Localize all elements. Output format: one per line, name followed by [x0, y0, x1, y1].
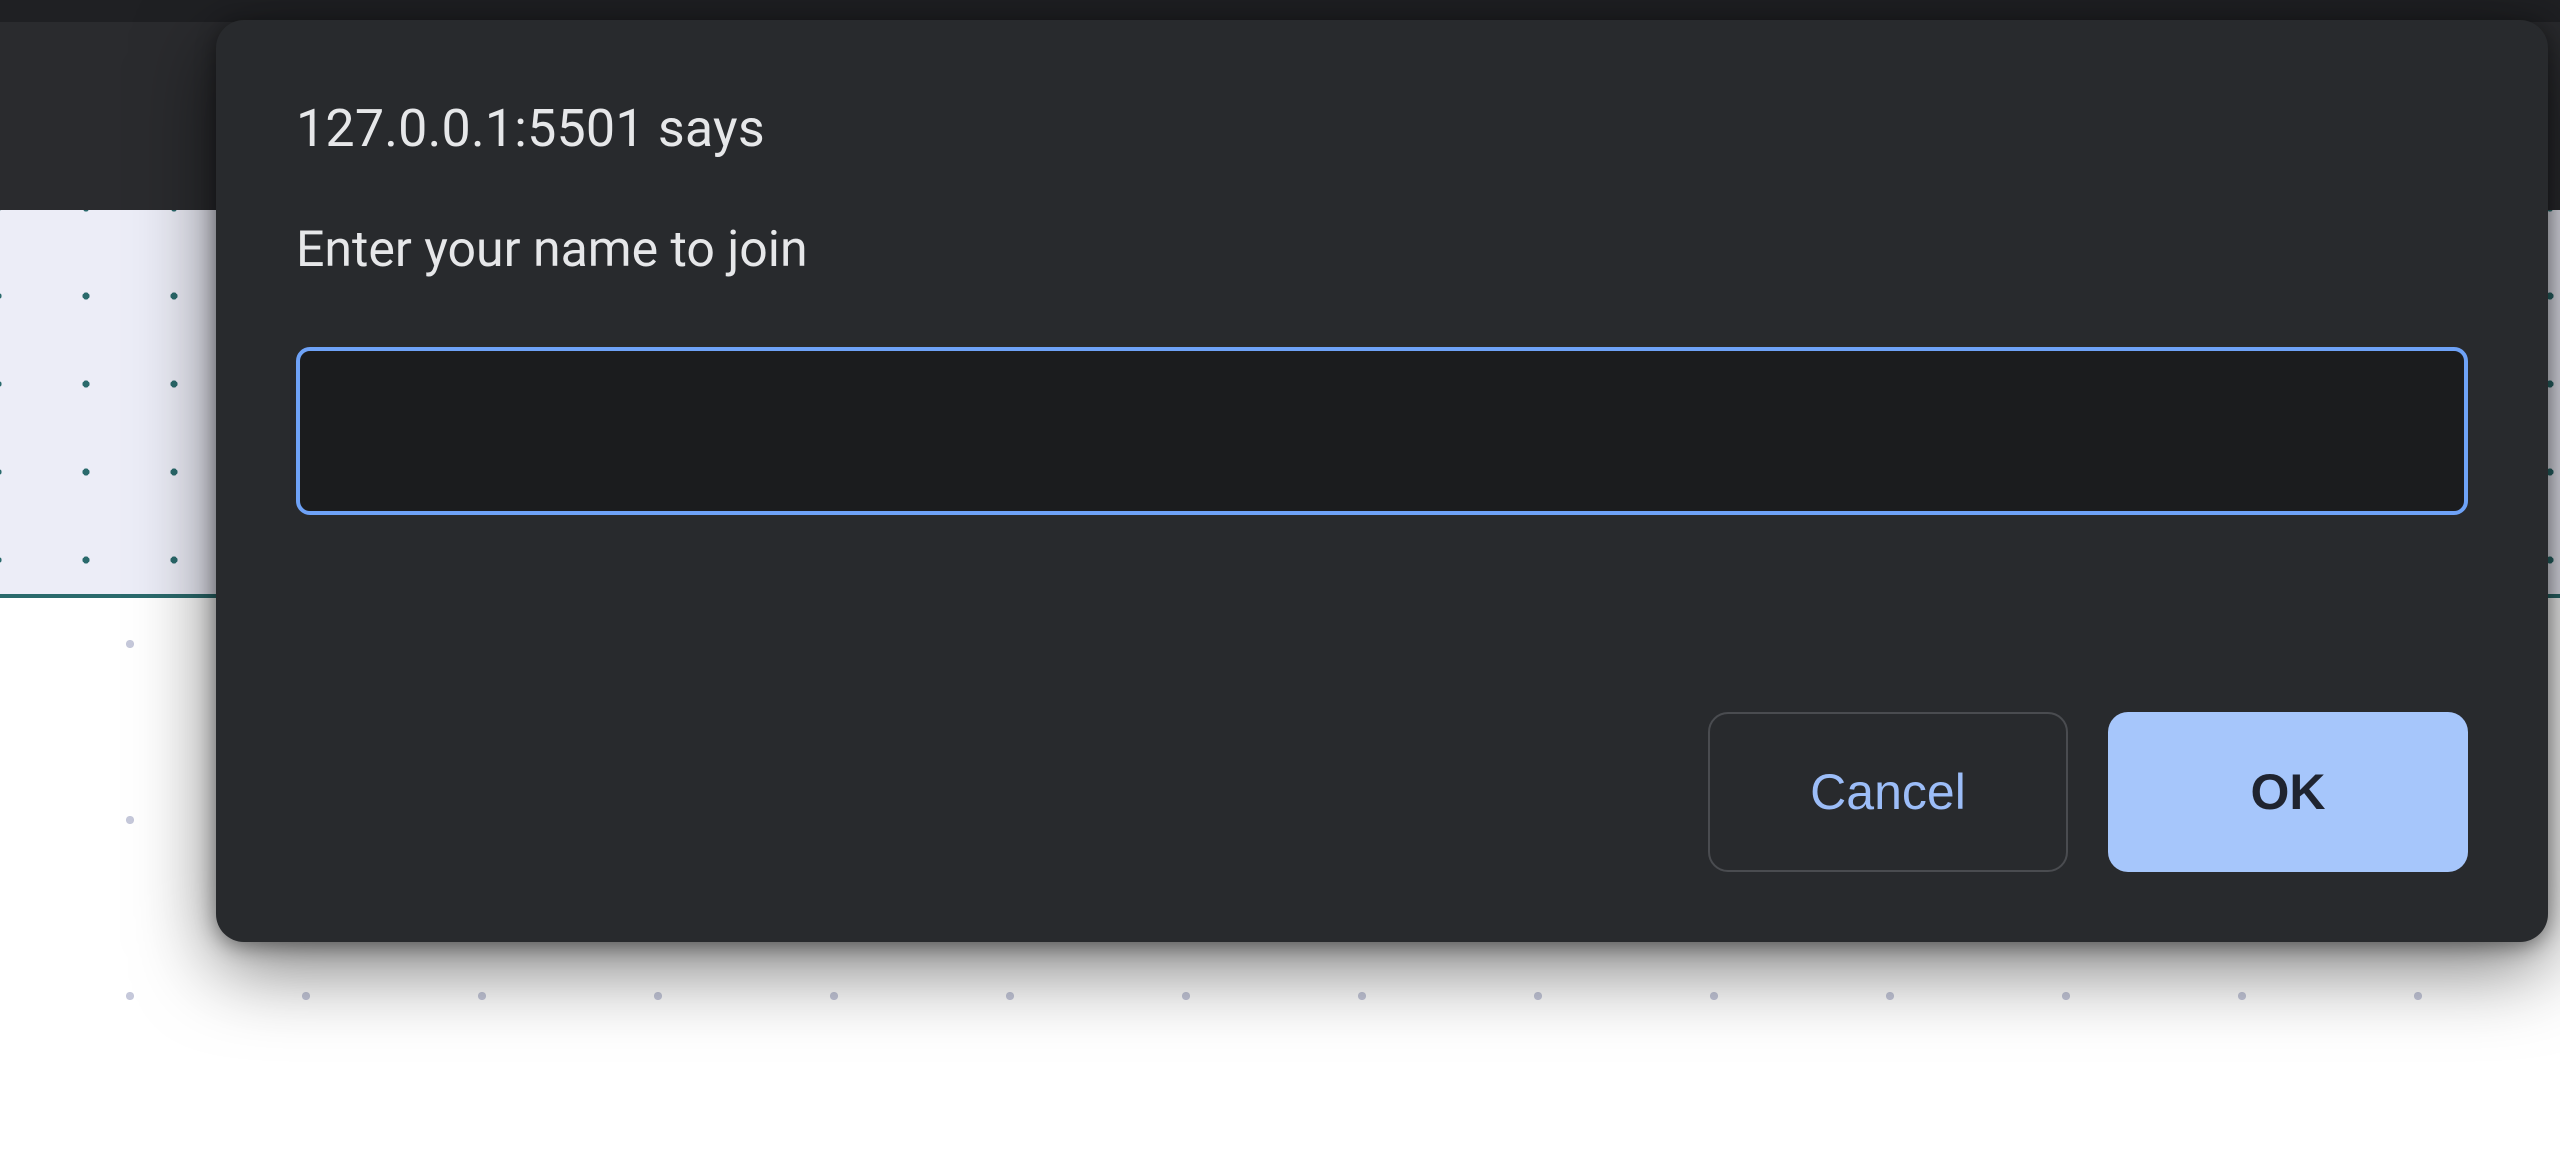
ok-button[interactable]: OK: [2108, 712, 2468, 872]
cancel-button[interactable]: Cancel: [1708, 712, 2068, 872]
javascript-prompt-dialog: 127.0.0.1:5501 says Enter your name to j…: [216, 20, 2548, 942]
prompt-input[interactable]: [296, 347, 2468, 515]
dialog-message: Enter your name to join: [296, 221, 2468, 279]
browser-top-chrome: [0, 0, 2560, 22]
dialog-origin-title: 127.0.0.1:5501 says: [296, 98, 2468, 159]
dialog-button-row: Cancel OK: [296, 712, 2468, 872]
